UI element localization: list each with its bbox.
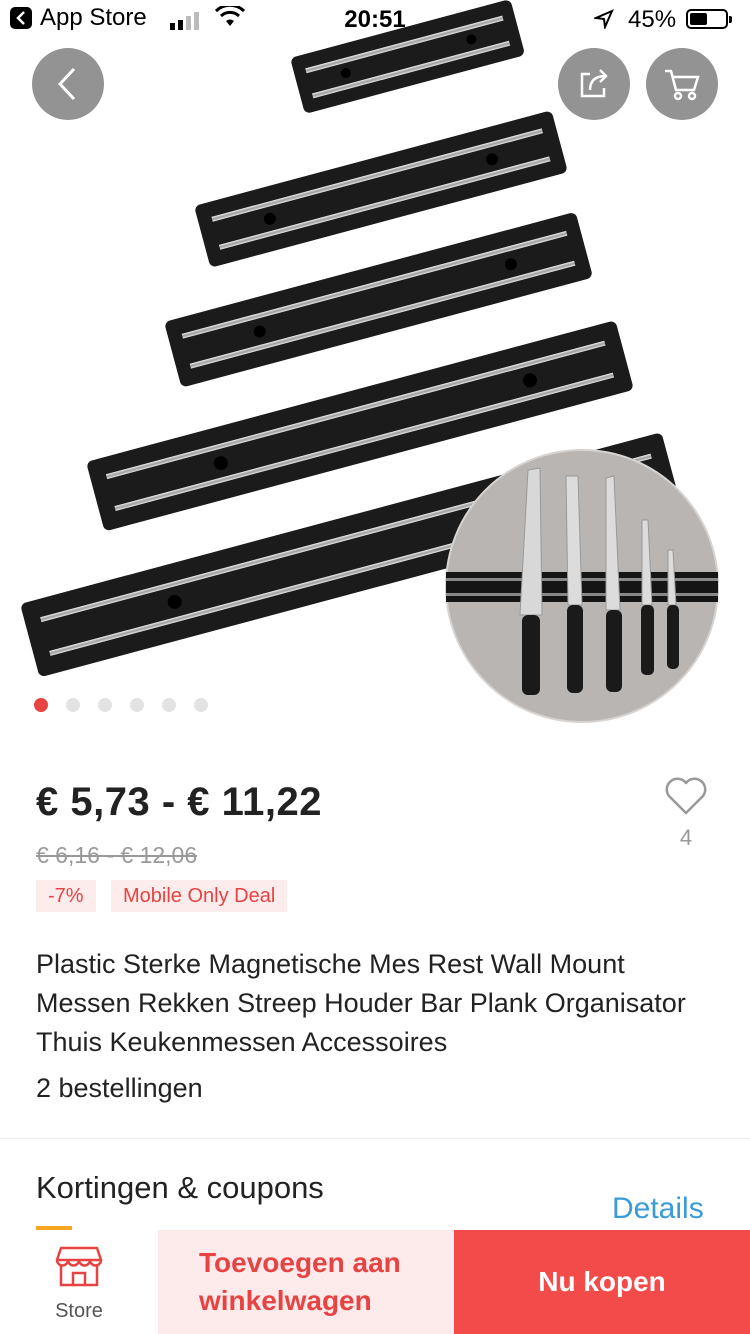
store-button[interactable]: Store [0, 1230, 158, 1334]
buy-now-label: Nu kopen [538, 1266, 666, 1297]
pagination-dot[interactable] [66, 698, 80, 712]
cart-button[interactable] [646, 48, 718, 120]
back-button[interactable] [32, 48, 104, 120]
heart-icon [665, 777, 707, 815]
coupons-details-link[interactable]: Details [612, 1192, 704, 1226]
store-label: Store [55, 1300, 103, 1322]
original-price: € 6,16 - € 12,06 [36, 842, 198, 868]
share-button[interactable] [558, 48, 630, 120]
discount-badge: -7% [36, 880, 96, 912]
pagination-dot[interactable] [34, 698, 48, 712]
order-count: 2 bestellingen [36, 1073, 203, 1103]
store-icon [55, 1246, 103, 1287]
pagination-dot[interactable] [162, 698, 176, 712]
add-to-cart-label: Toevoegen aan winkelwagen [199, 1247, 401, 1316]
coupons-heading: Kortingen & coupons [36, 1170, 324, 1205]
section-divider [0, 1138, 750, 1139]
battery-percentage: 45% [628, 6, 677, 33]
status-bar: App Store 20:51 45% [0, 0, 750, 40]
location-arrow-icon [592, 8, 614, 36]
product-image-gallery[interactable] [0, 0, 750, 740]
cart-icon [665, 69, 700, 101]
wishlist-count: 4 [679, 825, 693, 850]
pagination-dot[interactable] [130, 698, 144, 712]
battery-icon [686, 9, 732, 29]
chevron-left-icon [57, 67, 76, 101]
product-title: Plastic Sterke Magnetische Mes Rest Wall… [36, 949, 686, 1057]
share-icon [580, 69, 608, 98]
price-range: € 5,73 - € 11,22 [36, 780, 323, 824]
wishlist-button[interactable]: 4 [662, 776, 710, 851]
product-image [21, 0, 719, 723]
price-block: € 5,73 - € 11,22 [36, 780, 322, 825]
pagination-dot[interactable] [194, 698, 208, 712]
buy-now-button[interactable]: Nu kopen [454, 1230, 750, 1334]
knives-inset-photo [445, 449, 719, 723]
pagination-dot[interactable] [98, 698, 112, 712]
mobile-deal-badge: Mobile Only Deal [111, 880, 288, 912]
gallery-pagination[interactable] [34, 698, 208, 712]
bottom-action-bar: Store Toevoegen aan winkelwagen Nu kopen [0, 1230, 750, 1334]
add-to-cart-button[interactable]: Toevoegen aan winkelwagen [158, 1230, 454, 1334]
